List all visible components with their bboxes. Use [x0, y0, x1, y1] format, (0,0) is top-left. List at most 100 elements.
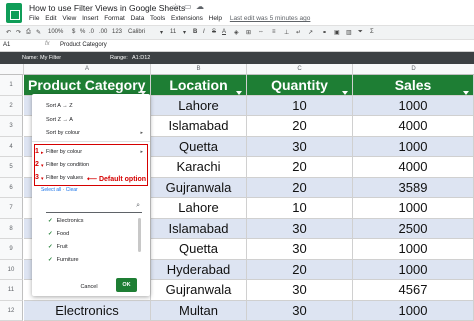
menu-tools[interactable]: Tools [150, 15, 165, 22]
zoom-select[interactable]: 100% [48, 29, 63, 35]
table-cell[interactable]: Multan [151, 300, 247, 321]
vertical-align-icon[interactable]: ⊥ [284, 29, 289, 36]
fill-color-icon[interactable]: ◈ [234, 29, 239, 36]
row-header[interactable]: 10 [0, 259, 23, 280]
table-cell[interactable]: 2500 [353, 218, 474, 239]
ok-button[interactable]: OK [116, 278, 137, 292]
header-cell[interactable]: Sales [353, 75, 474, 96]
filter-icon[interactable]: ⏷ [358, 29, 363, 36]
clear-link[interactable]: Clear [66, 187, 78, 193]
table-cell[interactable]: Gujranwala [151, 177, 247, 198]
filter-dropdown-icon[interactable] [463, 84, 469, 95]
menu-data[interactable]: Data [131, 15, 145, 22]
cancel-button[interactable]: Cancel [74, 281, 104, 293]
star-icon[interactable]: ☆ [172, 2, 179, 11]
table-cell[interactable]: 20 [247, 259, 353, 280]
row-header[interactable]: 4 [0, 136, 23, 157]
value-search-input[interactable]: ⌕ [46, 201, 142, 213]
table-cell[interactable]: 20 [247, 177, 353, 198]
sort-z-a-item[interactable]: Sort Z → A [46, 117, 73, 123]
text-rotate-icon[interactable]: ↗ [308, 29, 313, 36]
row-header[interactable]: 2 [0, 95, 23, 116]
last-edit-link[interactable]: Last edit was 5 minutes ago [230, 15, 311, 22]
chevron-down-icon[interactable]: ▾ [183, 29, 186, 36]
document-title[interactable]: How to use Filter Views in Google Sheets [29, 3, 185, 13]
table-cell[interactable]: 1000 [353, 198, 474, 219]
table-cell[interactable]: Quetta [151, 239, 247, 260]
table-cell[interactable]: 30 [247, 239, 353, 260]
table-cell[interactable]: 30 [247, 218, 353, 239]
filter-by-colour-item[interactable]: Filter by colour [46, 149, 82, 155]
row-header[interactable]: 6 [0, 177, 23, 198]
table-cell[interactable]: 1000 [353, 259, 474, 280]
header-cell[interactable]: Quantity [247, 75, 353, 96]
row-header[interactable]: 3 [0, 116, 23, 137]
table-cell[interactable]: Gujranwala [151, 280, 247, 301]
move-to-folder-icon[interactable]: ▭ [184, 2, 192, 11]
redo-icon[interactable]: ↷ [16, 29, 21, 36]
table-cell[interactable]: 20 [247, 157, 353, 178]
undo-icon[interactable]: ↶ [6, 29, 11, 36]
row-header[interactable]: 9 [0, 239, 23, 260]
text-color-button[interactable]: A [222, 29, 226, 35]
row-header[interactable]: 8 [0, 218, 23, 239]
name-box[interactable]: A1 [3, 42, 10, 48]
table-cell[interactable]: 3589 [353, 177, 474, 198]
sort-by-colour-item[interactable]: Sort by colour [46, 130, 80, 136]
currency-button[interactable]: $ [72, 29, 75, 35]
table-cell[interactable]: 30 [247, 300, 353, 321]
table-cell[interactable]: 10 [247, 198, 353, 219]
filter-range-field[interactable]: A1:D12 [132, 55, 150, 61]
font-size-select[interactable]: 11 [170, 29, 176, 35]
table-cell[interactable]: 4000 [353, 116, 474, 137]
table-cell[interactable]: 10 [247, 95, 353, 116]
insert-comment-icon[interactable]: ▣ [334, 29, 340, 36]
table-cell[interactable]: 30 [247, 280, 353, 301]
table-cell[interactable]: 1000 [353, 136, 474, 157]
functions-icon[interactable]: Σ [370, 29, 374, 35]
column-header-a[interactable]: A [24, 64, 151, 75]
menu-file[interactable]: File [29, 15, 39, 22]
percent-button[interactable]: % [80, 29, 85, 35]
table-cell[interactable]: 1000 [353, 300, 474, 321]
table-cell[interactable]: Hyderabad [151, 259, 247, 280]
values-scrollbar[interactable] [138, 218, 141, 252]
value-checkbox-item[interactable]: ✓ Food [48, 231, 69, 237]
menu-help[interactable]: Help [209, 15, 222, 22]
bold-button[interactable]: B [193, 29, 197, 35]
filter-by-values-item[interactable]: Filter by values [46, 175, 83, 181]
table-cell[interactable]: 1000 [353, 95, 474, 116]
paint-format-icon[interactable]: ✎ [36, 29, 41, 36]
increase-decimals-button[interactable]: .00 [99, 29, 107, 35]
row-header[interactable]: 11 [0, 280, 23, 301]
text-wrap-icon[interactable]: ↵ [296, 29, 301, 36]
filter-dropdown-icon[interactable] [236, 84, 242, 95]
table-cell[interactable]: Quetta [151, 136, 247, 157]
filter-dropdown-icon[interactable] [342, 84, 348, 95]
cloud-status-icon[interactable]: ☁ [196, 2, 204, 11]
horizontal-align-icon[interactable]: ≡ [272, 29, 276, 35]
select-all-corner[interactable] [0, 64, 24, 75]
table-cell[interactable]: Karachi [151, 157, 247, 178]
insert-chart-icon[interactable]: ▥ [346, 29, 352, 36]
menu-edit[interactable]: Edit [45, 15, 56, 22]
filter-by-condition-item[interactable]: Filter by condition [46, 162, 89, 168]
menu-view[interactable]: View [62, 15, 76, 22]
table-cell[interactable]: Islamabad [151, 116, 247, 137]
print-icon[interactable]: ⎙ [26, 29, 31, 36]
table-cell[interactable]: 4567 [353, 280, 474, 301]
table-cell[interactable]: 4000 [353, 157, 474, 178]
font-select[interactable]: Calibri [128, 29, 145, 35]
column-header-d[interactable]: D [353, 64, 474, 75]
value-checkbox-item[interactable]: ✓ Electronics [48, 218, 84, 224]
table-cell[interactable]: Lahore [151, 198, 247, 219]
table-cell[interactable]: Electronics [24, 300, 151, 321]
table-cell[interactable]: 30 [247, 136, 353, 157]
row-header[interactable]: 5 [0, 157, 23, 178]
number-format-button[interactable]: 123 [112, 29, 122, 35]
row-header[interactable]: 12 [0, 300, 23, 321]
insert-link-icon[interactable]: ⚭ [322, 29, 327, 36]
table-cell[interactable]: Lahore [151, 95, 247, 116]
column-header-b[interactable]: B [151, 64, 247, 75]
filter-name-field[interactable]: My Filter [40, 55, 61, 61]
